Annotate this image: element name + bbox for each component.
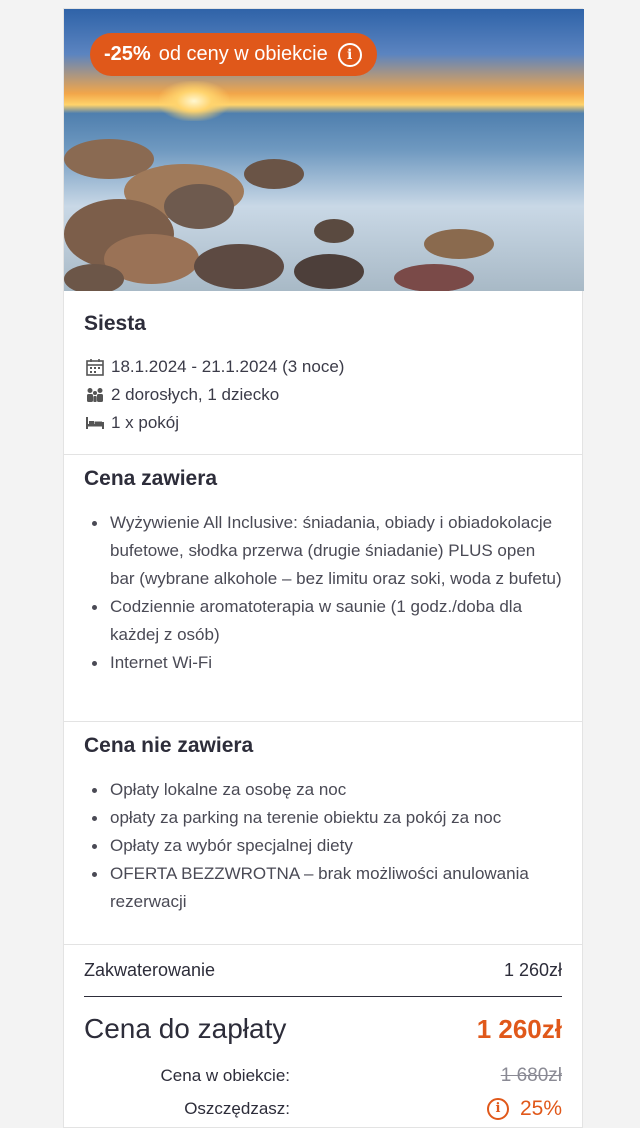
price-includes: Cena zawiera Wyżywienie All Inclusive: ś… bbox=[64, 455, 582, 722]
includes-title: Cena zawiera bbox=[84, 467, 218, 490]
includes-list: Wyżywienie All Inclusive: śniadania, obi… bbox=[84, 509, 562, 677]
rooms-text: 1 x pokój bbox=[111, 413, 180, 432]
sun-glow bbox=[159, 81, 229, 121]
savings-label: Oszczędzasz: bbox=[184, 1098, 290, 1118]
info-icon[interactable]: i bbox=[337, 42, 362, 67]
calendar-icon bbox=[84, 358, 106, 376]
list-item: Opłaty za wybór specjalnej diety bbox=[92, 832, 562, 860]
guests-row: 2 dorosłych, 1 dziecko bbox=[84, 381, 562, 409]
guests-text: 2 dorosłych, 1 dziecko bbox=[111, 385, 280, 404]
savings-row: Oszczędzasz: i 25% bbox=[84, 1092, 562, 1125]
discount-text: od ceny w obiekcie bbox=[158, 43, 328, 65]
rooms-row: 1 x pokój bbox=[84, 409, 562, 437]
offer-card: -25% od ceny w obiekcie i Siesta 18.1.20… bbox=[63, 8, 584, 1128]
discount-percent: -25% bbox=[104, 43, 151, 65]
savings-value: 25% bbox=[519, 1096, 562, 1120]
list-item: Opłaty lokalne za osobę za noc bbox=[92, 776, 562, 804]
total-row: Cena do zapłaty 1 260zł bbox=[84, 999, 562, 1059]
accommodation-value: 1 260zł bbox=[503, 960, 562, 980]
excludes-list: Opłaty lokalne za osobę za noc opłaty za… bbox=[84, 776, 562, 916]
accommodation-row: Zakwaterowanie 1 260zł bbox=[84, 945, 562, 997]
list-item: opłaty za parking na terenie obiektu za … bbox=[92, 804, 562, 832]
discount-badge[interactable]: -25% od ceny w obiekcie i bbox=[90, 33, 377, 76]
total-label: Cena do zapłaty bbox=[84, 1013, 287, 1044]
hotel-name: Siesta bbox=[84, 312, 146, 335]
hotel-price-row: Cena w obiekcie: 1 680zł bbox=[84, 1059, 562, 1092]
people-icon bbox=[84, 386, 106, 404]
hero-image: -25% od ceny w obiekcie i bbox=[64, 9, 584, 291]
bed-icon bbox=[84, 414, 106, 432]
hotel-price-label: Cena w obiekcie: bbox=[160, 1065, 290, 1085]
hotel-price-value: 1 680zł bbox=[500, 1064, 562, 1086]
info-icon[interactable]: i bbox=[486, 1097, 509, 1120]
dates-row: 18.1.2024 - 21.1.2024 (3 noce) bbox=[84, 353, 562, 381]
list-item: OFERTA BEZZWROTNA – brak możliwości anul… bbox=[92, 860, 562, 916]
price-summary: Zakwaterowanie 1 260zł Cena do zapłaty 1… bbox=[64, 945, 582, 1125]
list-item: Internet Wi-Fi bbox=[92, 649, 562, 677]
accommodation-label: Zakwaterowanie bbox=[84, 960, 216, 980]
total-value: 1 260zł bbox=[476, 1013, 562, 1044]
list-item: Wyżywienie All Inclusive: śniadania, obi… bbox=[92, 509, 562, 593]
price-excludes: Cena nie zawiera Opłaty lokalne za osobę… bbox=[64, 722, 582, 945]
list-item: Codziennie aromatoterapia w saunie (1 go… bbox=[92, 593, 562, 649]
dates-text: 18.1.2024 - 21.1.2024 (3 noce) bbox=[111, 357, 345, 376]
hotel-summary: Siesta 18.1.2024 - 21.1.2024 (3 noce) 2 … bbox=[64, 291, 582, 455]
excludes-title: Cena nie zawiera bbox=[84, 734, 254, 757]
